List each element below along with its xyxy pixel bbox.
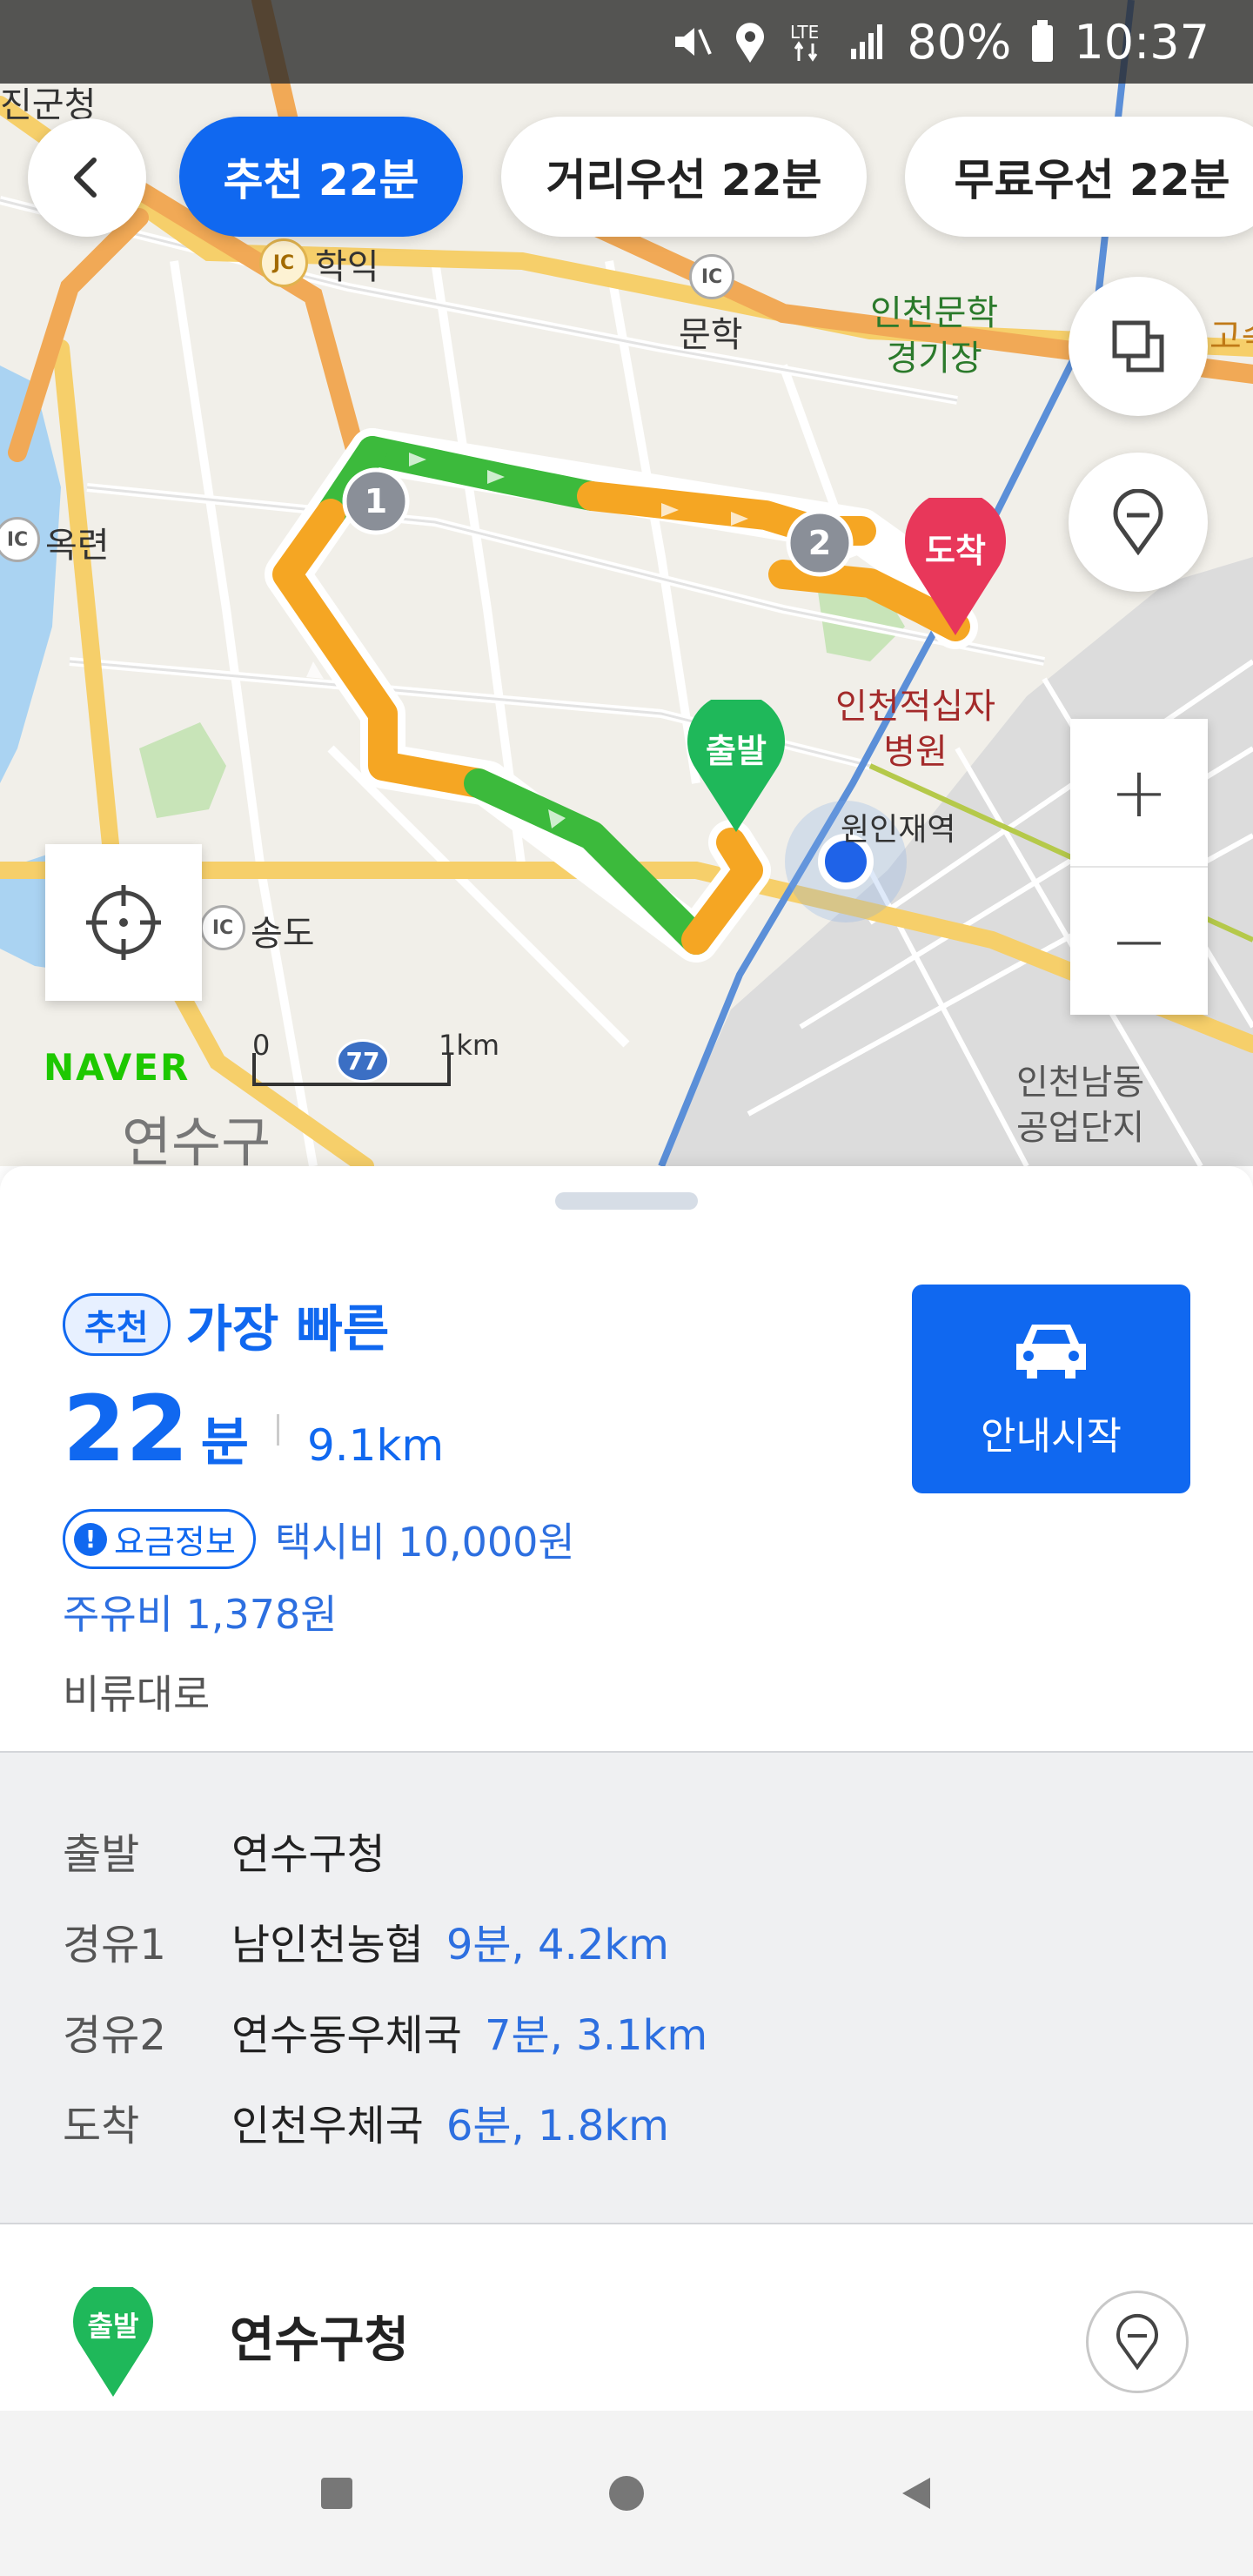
home-button[interactable] bbox=[592, 2459, 661, 2528]
map-label-expressway: 고속 bbox=[1209, 317, 1253, 357]
layers-icon bbox=[1112, 320, 1164, 372]
clock: 10:37 bbox=[1074, 14, 1209, 70]
map-label-stadium: 인천문학 경기장 bbox=[870, 293, 999, 379]
start-marker[interactable]: 출발 bbox=[684, 693, 788, 835]
fee-info-label: 요금정보 bbox=[114, 1523, 236, 1561]
tab-recommended[interactable]: 추천 22분 bbox=[179, 117, 463, 237]
back-nav-button[interactable] bbox=[881, 2459, 951, 2528]
crosshair-icon bbox=[86, 885, 161, 960]
duration-unit: 분 bbox=[200, 1412, 249, 1473]
battery-icon bbox=[1030, 20, 1055, 64]
waypoint-1-marker[interactable]: 1 bbox=[341, 466, 411, 536]
status-bar: LTE 80% 10:37 bbox=[0, 0, 1253, 84]
location-icon bbox=[733, 19, 767, 64]
map-label-industrial: 인천남동 공업단지 bbox=[1016, 1063, 1145, 1148]
lte-icon: LTE bbox=[787, 19, 830, 64]
map-pin-icon bbox=[1116, 2313, 1158, 2371]
map-label-hakik: 학익 bbox=[315, 247, 379, 287]
route-title: 가장 빠른 bbox=[185, 1299, 390, 1358]
map-label-okryeon: 옥련 bbox=[45, 526, 110, 566]
map-pin-icon bbox=[1113, 489, 1163, 555]
waypoint-name: 인천우체국 bbox=[231, 2102, 424, 2150]
square-icon bbox=[320, 2478, 352, 2509]
start-pin-icon: 출발 bbox=[70, 2282, 157, 2404]
route-sheet: 추천 가장 빠른 22 분 9.1km ! 요금정보 택시비 10,000원 주… bbox=[0, 1166, 1253, 2411]
stop-detail-card[interactable]: 출발 연수구청 bbox=[0, 2237, 1253, 2411]
signal-icon bbox=[849, 23, 888, 61]
list-item[interactable]: 출발 연수구청 bbox=[63, 1805, 1190, 1895]
tab-free-first[interactable]: 무료우선 22분 bbox=[905, 117, 1253, 237]
start-navigation-label: 안내시작 bbox=[981, 1414, 1122, 1459]
waypoint-tag: 경유1 bbox=[63, 1921, 166, 1969]
zoom-out-button[interactable]: − bbox=[1070, 868, 1208, 1015]
waypoint-name: 연수동우체국 bbox=[231, 2011, 462, 2060]
car-icon bbox=[1016, 1325, 1086, 1379]
list-item[interactable]: 도착 인천우체국 6분, 1.8km bbox=[63, 2076, 1190, 2167]
waypoint-info: 7분, 3.1km bbox=[484, 2011, 708, 2060]
taxi-fee: 택시비 10,000원 bbox=[274, 1518, 575, 1566]
svg-text:LTE: LTE bbox=[790, 22, 819, 43]
map-label-munhak: 문학 bbox=[679, 315, 743, 355]
fee-info-button[interactable]: ! 요금정보 bbox=[63, 1509, 256, 1569]
duration-value: 22 bbox=[63, 1376, 189, 1482]
back-button[interactable] bbox=[28, 118, 146, 237]
stop-location-button[interactable] bbox=[1086, 2291, 1189, 2393]
map-label-yeonsugu: 연수구 bbox=[122, 1110, 271, 1166]
waypoint-tag: 도착 bbox=[63, 2102, 140, 2150]
stop-name: 연수구청 bbox=[230, 2312, 410, 2369]
waypoint-info: 9분, 4.2km bbox=[446, 1921, 669, 1969]
list-item[interactable]: 경유2 연수동우체국 7분, 3.1km bbox=[63, 1986, 1190, 2076]
system-nav-bar bbox=[0, 2411, 1253, 2576]
fuel-cost: 주유비 1,378원 bbox=[63, 1591, 338, 1638]
list-item[interactable]: 경유1 남인천농협 9분, 4.2km bbox=[63, 1895, 1190, 1986]
map-view[interactable]: 진군청 JC 학익 IC 문학 인천문학경기장 고속 IC 옥련 인천적십자병원… bbox=[0, 0, 1253, 1166]
ic-icon: IC bbox=[689, 254, 734, 299]
recommended-badge: 추천 bbox=[63, 1293, 171, 1356]
jc-icon: JC bbox=[259, 238, 308, 287]
tab-distance-first[interactable]: 거리우선 22분 bbox=[501, 117, 867, 237]
route-summary: 추천 가장 빠른 22 분 9.1km ! 요금정보 택시비 10,000원 주… bbox=[63, 1288, 915, 1721]
end-marker[interactable]: 도착 bbox=[901, 490, 1009, 639]
mute-icon bbox=[668, 19, 714, 64]
place-pin-button[interactable] bbox=[1069, 453, 1208, 592]
waypoint-list: 출발 연수구청 경유1 남인천농협 9분, 4.2km 경유2 연수동우체국 7… bbox=[0, 1751, 1253, 2224]
map-label-songdo: 송도 bbox=[251, 914, 315, 954]
back-arrow-icon bbox=[74, 158, 97, 198]
info-icon: ! bbox=[74, 1522, 107, 1556]
start-navigation-button[interactable]: 안내시작 bbox=[912, 1285, 1190, 1493]
map-label-hospital: 인천적십자 병원 bbox=[835, 687, 995, 772]
sheet-handle[interactable] bbox=[555, 1192, 698, 1210]
current-location-button[interactable] bbox=[45, 844, 202, 1001]
divider bbox=[276, 1414, 279, 1446]
battery-percent: 80% bbox=[907, 14, 1012, 70]
recent-apps-button[interactable] bbox=[302, 2459, 372, 2528]
waypoint-name: 남인천농협 bbox=[231, 1921, 424, 1969]
waypoint-tag: 출발 bbox=[63, 1830, 140, 1879]
waypoint-tag: 경유2 bbox=[63, 2011, 166, 2060]
zoom-in-button[interactable]: + bbox=[1070, 719, 1208, 868]
layers-button[interactable] bbox=[1069, 277, 1208, 416]
waypoint-info: 6분, 1.8km bbox=[446, 2102, 669, 2150]
map-label-station: 원인재역 bbox=[841, 812, 956, 848]
naver-logo: NAVER bbox=[44, 1046, 191, 1089]
triangle-back-icon bbox=[902, 2478, 931, 2509]
waypoint-2-marker[interactable]: 2 bbox=[785, 508, 854, 578]
route-77-badge: 77 bbox=[336, 1039, 390, 1083]
waypoint-name: 연수구청 bbox=[231, 1830, 385, 1879]
distance: 9.1km bbox=[306, 1420, 445, 1471]
circle-icon bbox=[608, 2476, 644, 2511]
ic-icon: IC bbox=[200, 905, 245, 950]
zoom-control[interactable]: + − bbox=[1070, 719, 1208, 1015]
main-road: 비류대로 bbox=[63, 1671, 211, 1718]
